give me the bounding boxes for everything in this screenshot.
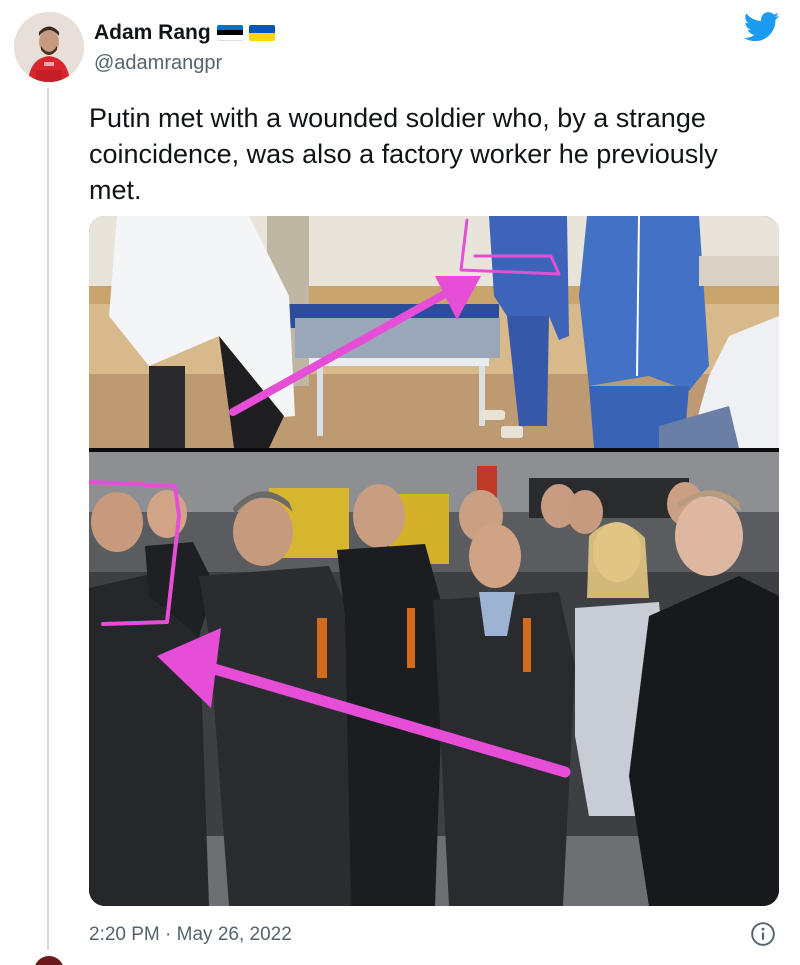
tweet-media[interactable]: [89, 216, 779, 906]
ukraine-flag-icon: [248, 25, 275, 41]
avatar-image: [14, 12, 84, 82]
thread-line: [47, 88, 49, 950]
author-handle[interactable]: @adamrangpr: [94, 52, 222, 75]
reply-avatar[interactable]: [34, 956, 64, 965]
author-display-name[interactable]: Adam Rang: [94, 21, 211, 45]
estonia-flag-icon: [216, 25, 243, 41]
twitter-bird-icon[interactable]: [744, 12, 780, 42]
hospital-ward-photo: [89, 216, 779, 448]
tweet-text: Putin met with a wounded soldier who, by…: [89, 103, 718, 205]
author-name-row[interactable]: Adam Rang: [94, 20, 275, 46]
avatar[interactable]: [14, 12, 84, 82]
tweet-timestamp[interactable]: 2:20 PM · May 26, 2022: [89, 924, 292, 946]
media-photo: [89, 216, 779, 906]
info-icon[interactable]: [750, 921, 776, 947]
